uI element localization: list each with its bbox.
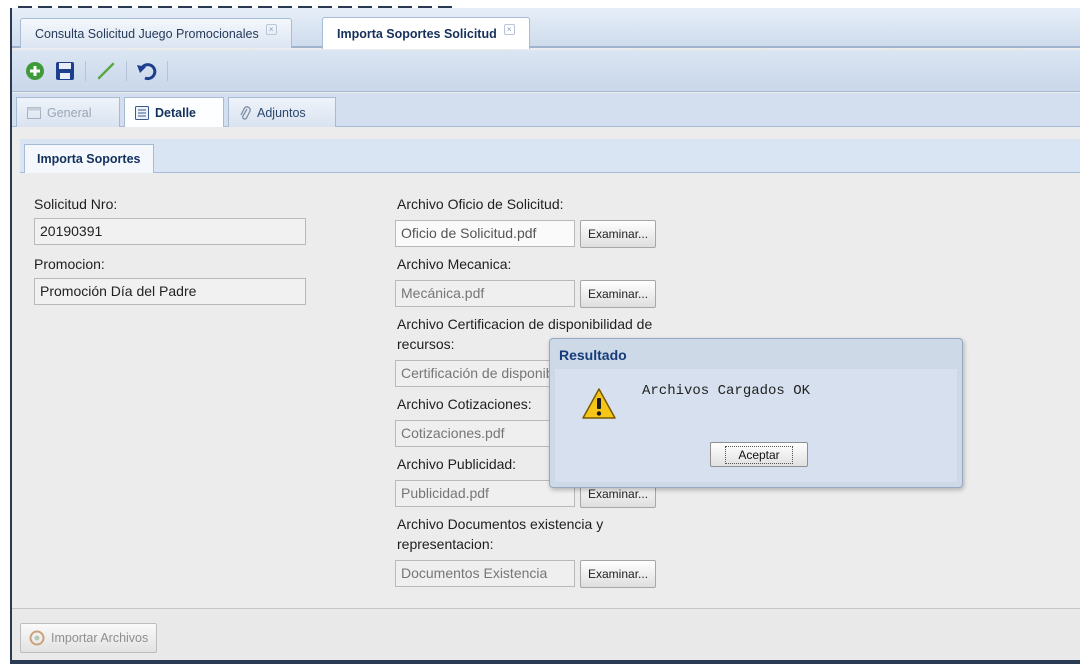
- add-button[interactable]: [22, 58, 48, 84]
- undo-button[interactable]: [134, 58, 160, 84]
- mecanica-browse-button[interactable]: Examinar...: [580, 280, 657, 308]
- close-icon[interactable]: ×: [265, 24, 277, 35]
- dialog-title: Resultado: [559, 347, 627, 363]
- subtab-label: General: [47, 105, 92, 120]
- undo-icon: [137, 62, 157, 80]
- warning-icon: [582, 388, 616, 419]
- result-dialog: Resultado Archivos Cargados OK Aceptar: [549, 338, 963, 488]
- oficio-browse-button[interactable]: Examinar...: [580, 220, 657, 248]
- accept-label: Aceptar: [725, 445, 793, 464]
- import-icon: [29, 630, 45, 646]
- toolbar-separator: [167, 60, 168, 81]
- mecanica-label: Archivo Mecanica:: [397, 256, 512, 272]
- detail-tabs: General Detalle Adjuntos: [12, 93, 1080, 127]
- certificacion-file-field[interactable]: Certificación de disponibilidad: [395, 360, 575, 387]
- publicidad-label: Archivo Publicidad:: [397, 456, 517, 472]
- close-icon[interactable]: ×: [503, 24, 515, 35]
- tab-label: Importa Soportes Solicitud: [337, 26, 497, 41]
- cotizaciones-file-field[interactable]: Cotizaciones.pdf: [395, 420, 575, 447]
- form-footer: Importar Archivos: [12, 608, 1080, 660]
- subtab-label: Detalle: [155, 105, 196, 120]
- mecanica-file-field[interactable]: Mecánica.pdf: [395, 280, 575, 307]
- solicitud-field[interactable]: 20190391: [34, 218, 306, 245]
- certificacion-label-2: recursos:: [397, 336, 455, 352]
- oficio-file-field[interactable]: Oficio de Solicitud.pdf: [395, 220, 575, 247]
- promocion-field[interactable]: Promoción Día del Padre: [34, 278, 306, 305]
- tab-strip: Consulta Solicitud Juego Promocionales ×…: [12, 8, 1080, 49]
- toolbar-separator: [85, 60, 86, 81]
- oficio-label: Archivo Oficio de Solicitud:: [397, 196, 564, 212]
- detail-icon: [135, 105, 149, 120]
- subtab-label: Adjuntos: [257, 105, 306, 120]
- subtab-detalle[interactable]: Detalle: [124, 97, 224, 127]
- panel-header: Importa Soportes: [20, 139, 1080, 173]
- publicidad-file-field[interactable]: Publicidad.pdf: [395, 480, 575, 507]
- dialog-message: Archivos Cargados OK: [642, 383, 811, 399]
- save-button[interactable]: [52, 58, 78, 84]
- add-icon: [26, 61, 44, 80]
- promocion-label: Promocion:: [34, 256, 105, 272]
- general-icon: [27, 106, 41, 119]
- accept-button[interactable]: Aceptar: [710, 442, 808, 467]
- subtab-general[interactable]: General: [16, 97, 120, 127]
- panel-tab-label: Importa Soportes: [37, 152, 141, 166]
- documentos-label-2: representacion:: [397, 536, 494, 552]
- solicitud-label: Solicitud Nro:: [34, 196, 118, 212]
- paperclip-icon: [240, 105, 251, 120]
- toolbar: [12, 50, 1080, 92]
- certificacion-label: Archivo Certificacion de disponibilidad …: [397, 316, 653, 332]
- documentos-file-field[interactable]: Documentos Existencia: [395, 560, 575, 587]
- edit-icon: [97, 62, 115, 79]
- toolbar-separator: [126, 60, 127, 81]
- edit-button[interactable]: [93, 58, 119, 84]
- save-icon: [56, 61, 74, 80]
- tab-importa-soportes[interactable]: Importa Soportes Solicitud ×: [322, 17, 530, 49]
- documentos-browse-button[interactable]: Examinar...: [580, 560, 657, 588]
- tab-consulta-solicitud[interactable]: Consulta Solicitud Juego Promocionales ×: [20, 18, 292, 48]
- tab-label: Consulta Solicitud Juego Promocionales: [35, 26, 259, 41]
- import-files-label: Importar Archivos: [51, 631, 149, 645]
- subtab-adjuntos[interactable]: Adjuntos: [228, 97, 336, 127]
- tab-importa-soportes-panel[interactable]: Importa Soportes: [24, 144, 154, 173]
- dialog-body: Archivos Cargados OK Aceptar: [555, 369, 957, 482]
- documentos-label: Archivo Documentos existencia y: [397, 516, 604, 532]
- app-window: Consulta Solicitud Juego Promocionales ×…: [10, 8, 1080, 664]
- import-files-button[interactable]: Importar Archivos: [20, 623, 158, 653]
- cotizaciones-label: Archivo Cotizaciones:: [397, 396, 532, 412]
